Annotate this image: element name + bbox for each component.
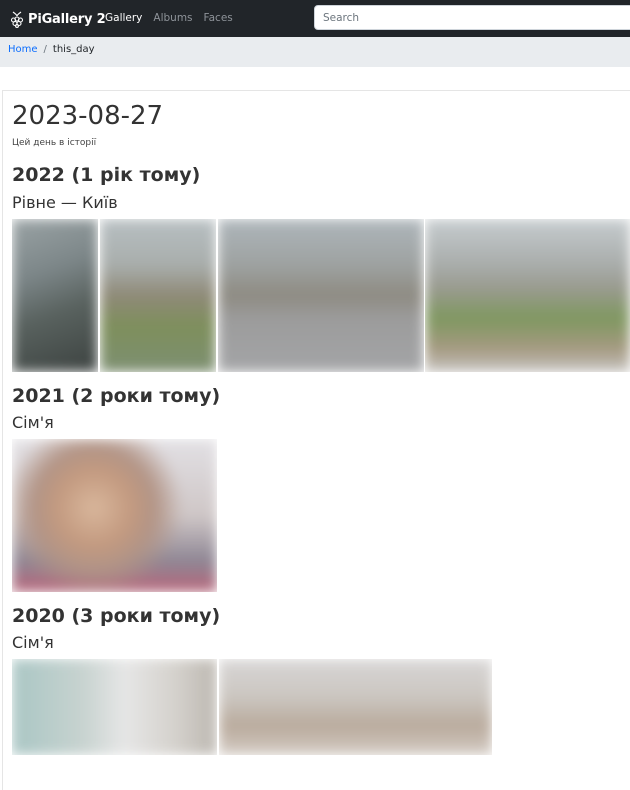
search-input[interactable]	[314, 5, 630, 30]
photo-thumbnail[interactable]	[100, 219, 216, 372]
photo-thumbnail[interactable]	[219, 659, 492, 755]
photo-thumbnail[interactable]	[12, 219, 98, 372]
album-title[interactable]: Сім'я	[12, 413, 54, 433]
breadcrumb-current: this_day	[52, 44, 95, 55]
main-nav: Gallery Albums Faces	[105, 12, 244, 24]
nav-faces[interactable]: Faces	[204, 12, 233, 24]
page-title: 2023-08-27	[12, 101, 164, 131]
top-navbar: PiGallery 2 Gallery Albums Faces	[0, 0, 630, 37]
breadcrumb-bar: Home / this_day	[0, 37, 630, 67]
page-subtitle: Цей день в історії	[12, 138, 97, 148]
photo-thumbnail[interactable]	[218, 219, 424, 372]
brand[interactable]: PiGallery 2	[9, 9, 106, 29]
album-title[interactable]: Рівне — Київ	[12, 193, 118, 213]
raspberry-logo-icon	[10, 11, 24, 28]
breadcrumb-separator: /	[43, 44, 47, 55]
nav-albums[interactable]: Albums	[153, 12, 192, 24]
breadcrumb: Home / this_day	[8, 44, 95, 55]
photo-thumbnail[interactable]	[12, 439, 217, 592]
nav-gallery[interactable]: Gallery	[105, 12, 142, 24]
photo-thumbnail[interactable]	[12, 659, 217, 755]
photo-thumbnail[interactable]	[425, 219, 630, 372]
album-title[interactable]: Сім'я	[12, 633, 54, 653]
year-heading: 2020 (3 роки тому)	[12, 605, 221, 627]
year-heading: 2022 (1 рік тому)	[12, 164, 201, 186]
breadcrumb-home-link[interactable]: Home	[8, 44, 38, 55]
brand-name: PiGallery 2	[28, 11, 106, 27]
year-heading: 2021 (2 роки тому)	[12, 385, 221, 407]
